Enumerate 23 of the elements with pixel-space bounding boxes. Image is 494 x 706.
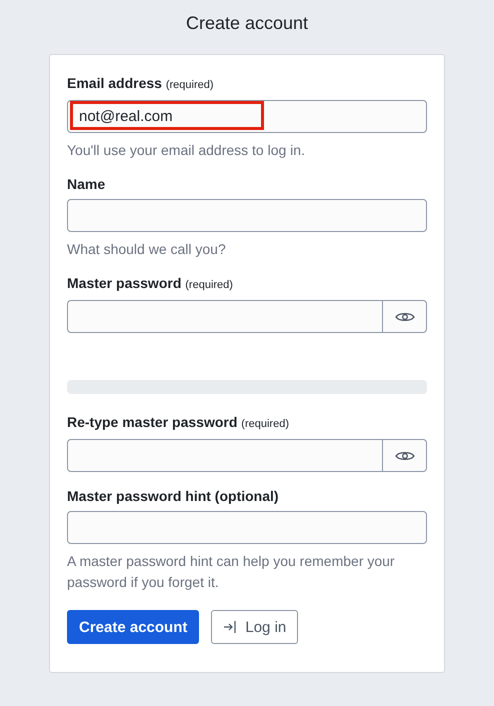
eye-icon (394, 310, 414, 322)
log-in-button[interactable]: Log in (211, 610, 298, 644)
field-label: Re-type master password (67, 414, 238, 430)
required-note: (required) (185, 279, 233, 291)
page-title: Create account (186, 12, 308, 34)
input-field[interactable] (67, 199, 427, 232)
required-note: (required) (241, 418, 289, 430)
input-field[interactable] (67, 511, 427, 544)
help-text: A master password hint can help you remember your password if you forget it. (67, 552, 396, 592)
help-text: What should we call you? (67, 240, 227, 259)
field-label: Master password (67, 275, 182, 291)
field-label: Name (67, 176, 106, 193)
eye-icon (394, 450, 414, 462)
create-account-button[interactable]: Create account (67, 610, 200, 644)
field-label: Master password hint (optional) (67, 488, 280, 505)
password-field[interactable] (67, 439, 383, 472)
help-text: You'll use your email address to log in. (67, 141, 306, 160)
login-icon (223, 620, 238, 634)
required-note: (required) (166, 79, 214, 91)
password-field[interactable] (67, 300, 383, 333)
show-password-button[interactable] (383, 439, 427, 472)
show-password-button[interactable] (383, 300, 427, 333)
field-label: Email address (67, 75, 162, 91)
